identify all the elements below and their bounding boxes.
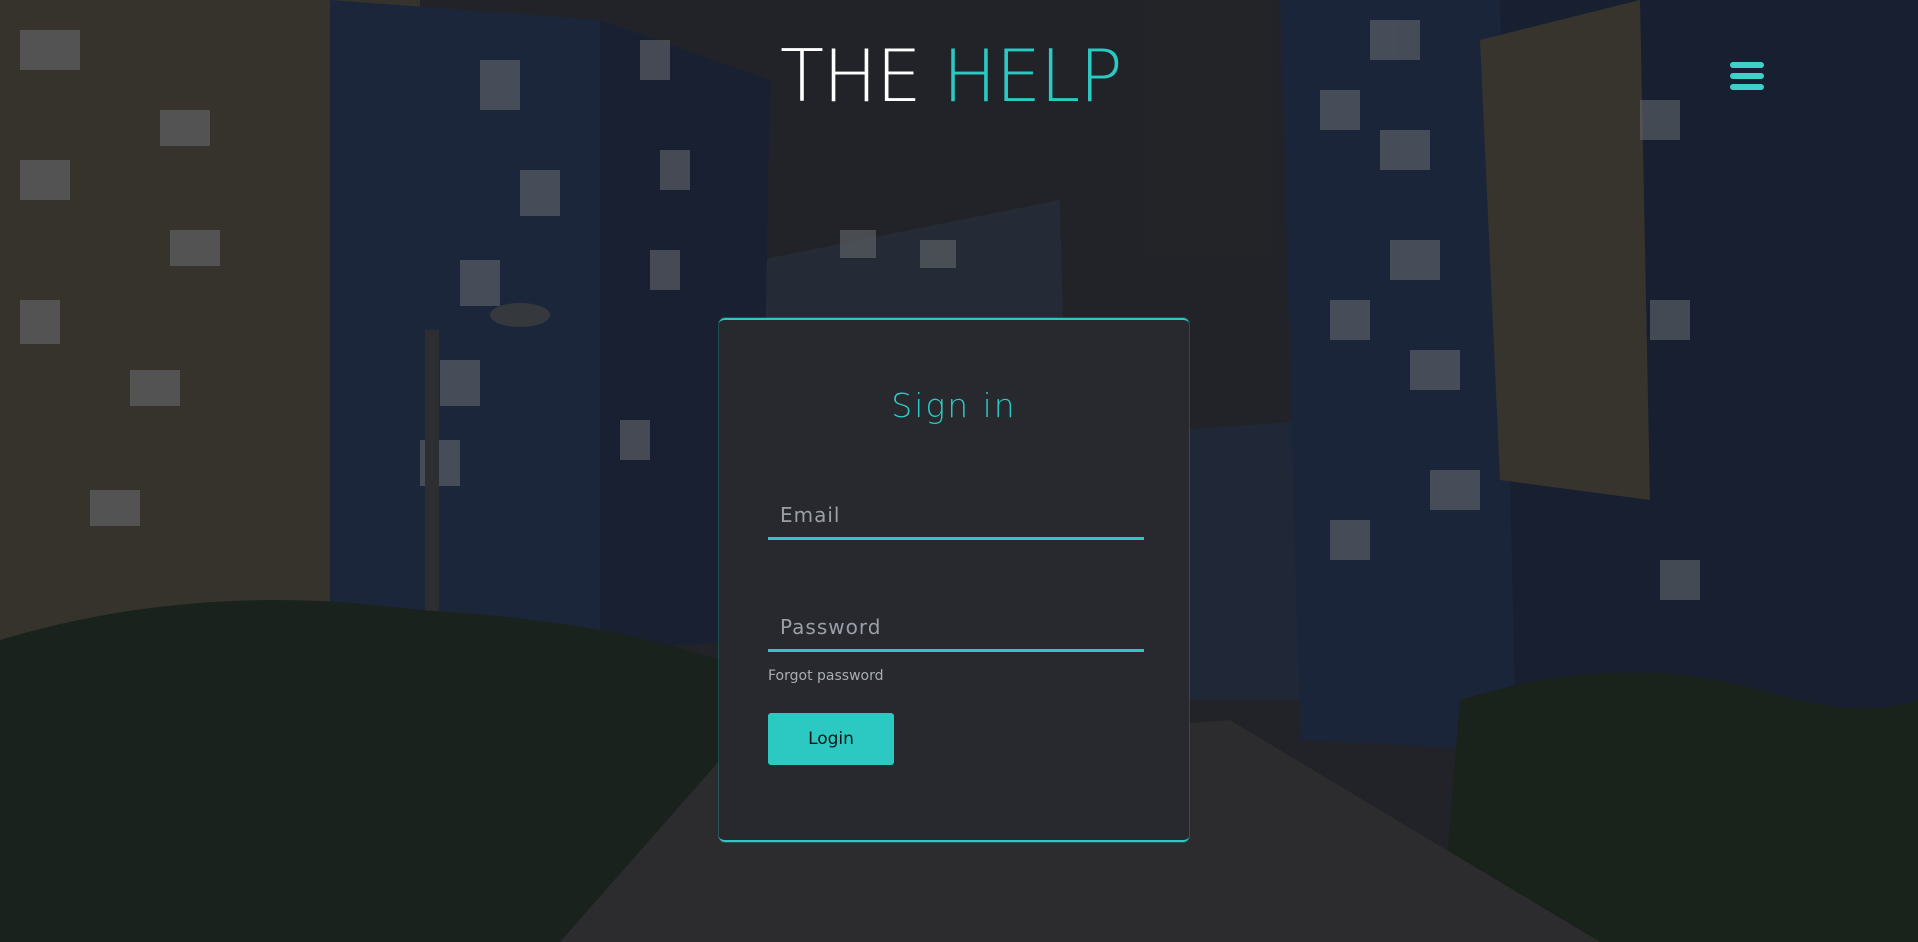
menu-bar-middle bbox=[1730, 73, 1764, 79]
brand-logo[interactable]: THE HELP bbox=[780, 40, 1123, 112]
menu-bar-bottom bbox=[1730, 84, 1764, 90]
email-input[interactable] bbox=[768, 492, 1144, 540]
brand-word-the: THE bbox=[780, 34, 922, 118]
login-page: THE HELP Sign in Forgot password Login bbox=[0, 0, 1918, 942]
menu-bar-top bbox=[1730, 62, 1764, 68]
signin-card: Sign in Forgot password Login bbox=[719, 318, 1189, 842]
password-input[interactable] bbox=[768, 604, 1144, 652]
login-button[interactable]: Login bbox=[768, 713, 894, 765]
hamburger-menu-icon[interactable] bbox=[1730, 62, 1766, 94]
signin-title: Sign in bbox=[891, 386, 1017, 425]
brand-word-help: HELP bbox=[942, 34, 1123, 118]
forgot-password-link[interactable]: Forgot password bbox=[768, 668, 884, 684]
